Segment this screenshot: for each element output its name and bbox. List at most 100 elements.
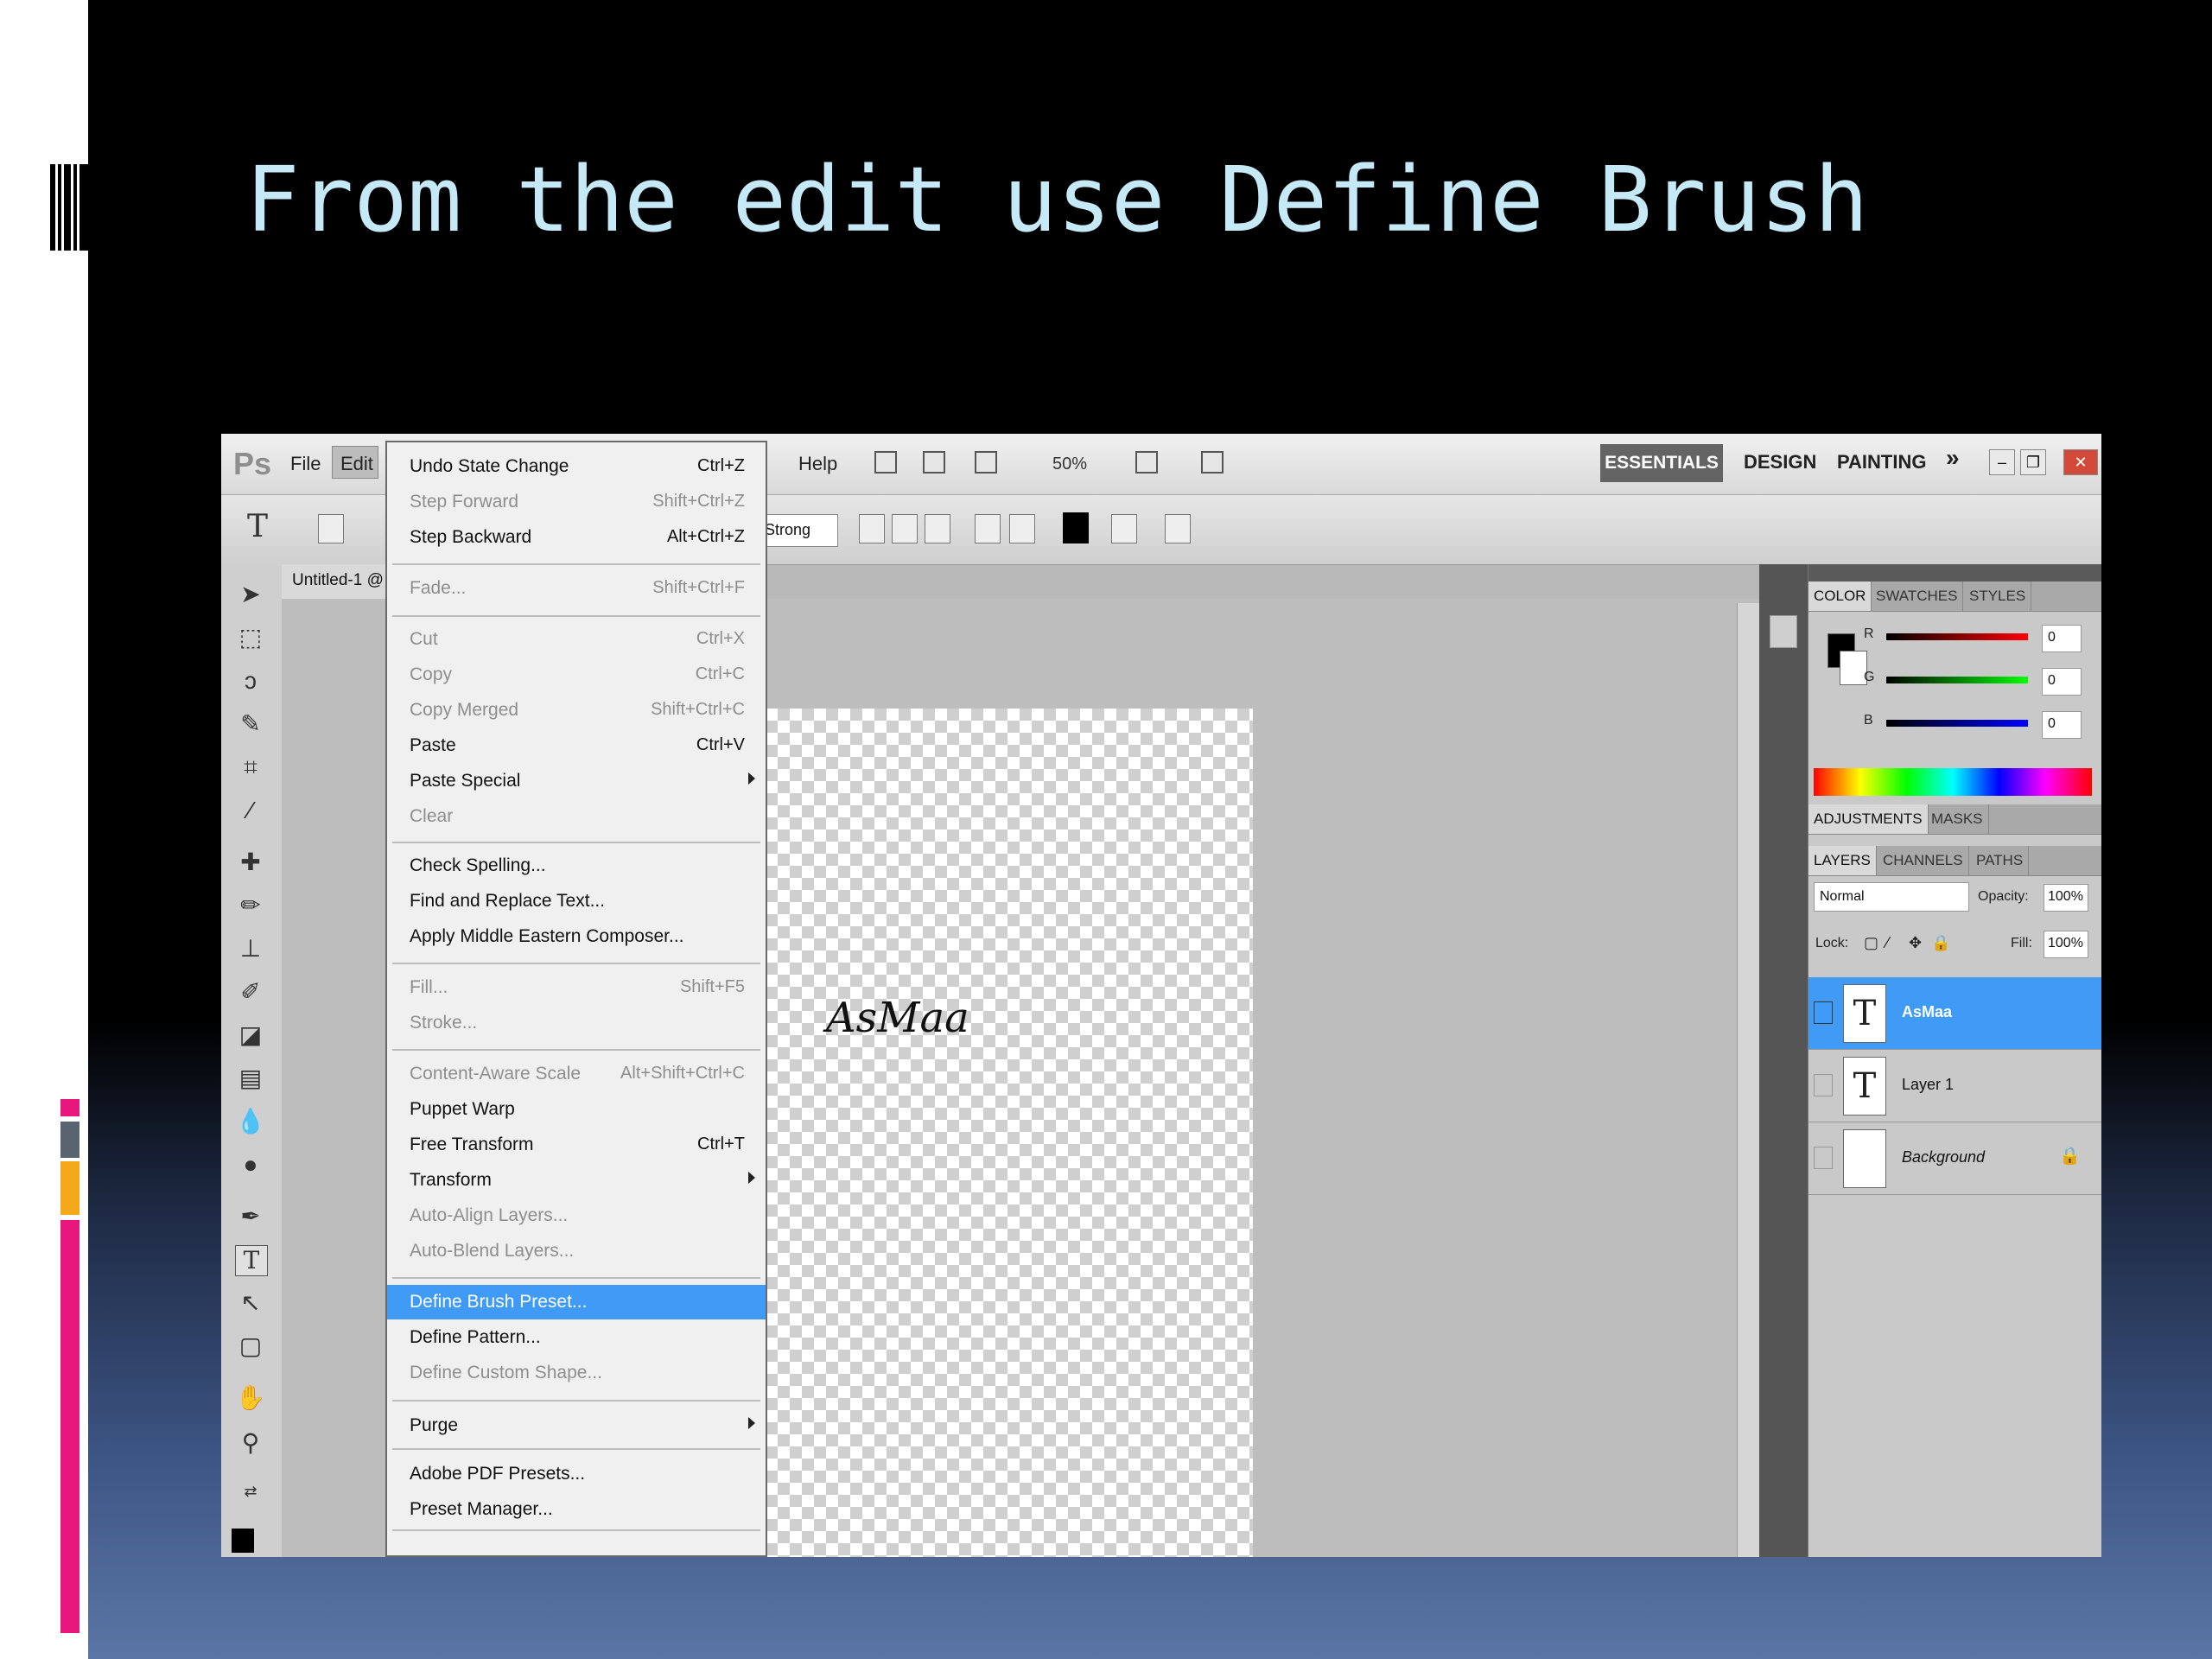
green-value[interactable]: 0 bbox=[2042, 668, 2082, 696]
menu-item-free-transform[interactable]: Free Transform Ctrl+T bbox=[387, 1128, 766, 1162]
menu-item-copy-merged[interactable]: Copy Merged Shift+Ctrl+C bbox=[387, 693, 766, 728]
crop-tool-icon[interactable]: ⌗ bbox=[235, 753, 266, 782]
history-brush-tool-icon[interactable]: ✐ bbox=[235, 977, 266, 1007]
quick-selection-tool-icon[interactable]: ✎ bbox=[235, 709, 266, 739]
restore-button[interactable]: ❐ bbox=[2020, 449, 2046, 475]
tab-masks[interactable]: MASKS bbox=[1926, 804, 1989, 834]
menu-item-adobe-pdf-presets[interactable]: Adobe PDF Presets... bbox=[387, 1457, 766, 1491]
menu-item-purge[interactable]: Purge bbox=[387, 1408, 766, 1443]
layer-row[interactable]: T Layer 1 bbox=[1808, 1050, 2101, 1122]
character-panel-icon[interactable] bbox=[1165, 514, 1191, 543]
move-tool-icon[interactable]: ➤ bbox=[235, 580, 266, 609]
healing-brush-tool-icon[interactable]: ✚ bbox=[235, 848, 266, 877]
menu-item-fade[interactable]: Fade... Shift+Ctrl+F bbox=[387, 571, 766, 606]
menu-item-preset-manager[interactable]: Preset Manager... bbox=[387, 1492, 766, 1527]
menu-item-auto-blend-layers[interactable]: Auto-Blend Layers... bbox=[387, 1234, 766, 1268]
blue-slider[interactable] bbox=[1886, 720, 2028, 727]
menu-item-clear[interactable]: Clear bbox=[387, 799, 766, 834]
text-orientation-icon[interactable] bbox=[318, 514, 344, 543]
zoom-tool-icon[interactable]: ⚲ bbox=[235, 1428, 266, 1458]
lock-position-icon[interactable]: ✥ bbox=[1909, 934, 1922, 952]
arrange-documents-icon[interactable] bbox=[1135, 451, 1158, 474]
blue-value[interactable]: 0 bbox=[2042, 711, 2082, 739]
color-spectrum[interactable] bbox=[1814, 768, 2092, 796]
menu-item-transform[interactable]: Transform bbox=[387, 1163, 766, 1198]
menu-item-define-pattern[interactable]: Define Pattern... bbox=[387, 1320, 766, 1355]
workspace-essentials[interactable]: ESSENTIALS bbox=[1600, 444, 1723, 482]
menu-item-puppet-warp[interactable]: Puppet Warp bbox=[387, 1092, 766, 1127]
eraser-tool-icon[interactable]: ◪ bbox=[235, 1020, 266, 1050]
clone-stamp-tool-icon[interactable]: ⊥ bbox=[235, 934, 266, 963]
red-slider[interactable] bbox=[1886, 633, 2028, 640]
menu-item-find-and-replace-text[interactable]: Find and Replace Text... bbox=[387, 884, 766, 918]
layer-row[interactable]: Background 🔒 bbox=[1808, 1122, 2101, 1195]
menu-item-fill[interactable]: Fill... Shift+F5 bbox=[387, 970, 766, 1005]
lasso-tool-icon[interactable]: ↄ bbox=[235, 666, 266, 696]
align-left-icon[interactable] bbox=[859, 514, 885, 543]
align-center-icon[interactable] bbox=[892, 514, 918, 543]
tab-color[interactable]: COLOR bbox=[1808, 582, 1872, 611]
warp-text-icon[interactable] bbox=[1111, 514, 1137, 543]
layer-visibility-icon[interactable] bbox=[1814, 1074, 1833, 1096]
menu-item-check-spelling[interactable]: Check Spelling... bbox=[387, 849, 766, 883]
path-selection-tool-icon[interactable]: ↖ bbox=[235, 1288, 266, 1318]
menu-item-undo-state-change[interactable]: Undo State Change Ctrl+Z bbox=[387, 449, 766, 484]
zoom-level[interactable]: 50% bbox=[1052, 454, 1087, 474]
menu-item-copy[interactable]: Copy Ctrl+C bbox=[387, 658, 766, 692]
menu-file[interactable]: File bbox=[290, 453, 321, 475]
view-extras-icon[interactable] bbox=[975, 451, 997, 474]
swap-colors-icon[interactable]: ⇄ bbox=[235, 1477, 266, 1506]
blend-mode-select[interactable]: Normal bbox=[1814, 882, 1969, 912]
green-slider[interactable] bbox=[1886, 677, 2028, 683]
workspace-painting[interactable]: PAINTING bbox=[1837, 451, 1926, 474]
screen-mode-icon[interactable] bbox=[1201, 451, 1224, 474]
text-color-swatch[interactable] bbox=[1063, 512, 1089, 543]
menu-help[interactable]: Help bbox=[798, 453, 837, 475]
blur-tool-icon[interactable]: 💧 bbox=[235, 1107, 266, 1136]
lock-image-icon[interactable]: ⁄ bbox=[1886, 934, 1889, 952]
canvas-text-layer[interactable]: AsMaa bbox=[826, 994, 969, 1042]
layer-visibility-icon[interactable] bbox=[1814, 1147, 1833, 1169]
lock-transparency-icon[interactable]: ▢ bbox=[1864, 934, 1878, 952]
mini-bridge-icon[interactable] bbox=[923, 451, 945, 474]
menu-item-step-forward[interactable]: Step Forward Shift+Ctrl+Z bbox=[387, 485, 766, 519]
history-panel-icon[interactable] bbox=[1770, 615, 1797, 648]
type-tool-icon[interactable]: T bbox=[235, 1245, 268, 1276]
menu-item-stroke[interactable]: Stroke... bbox=[387, 1006, 766, 1040]
menu-edit[interactable]: Edit bbox=[340, 453, 373, 475]
menu-item-cut[interactable]: Cut Ctrl+X bbox=[387, 622, 766, 657]
tab-channels[interactable]: CHANNELS bbox=[1878, 846, 1969, 875]
anti-alias-select[interactable]: Strong bbox=[759, 514, 838, 547]
red-value[interactable]: 0 bbox=[2042, 625, 2082, 652]
text-direction-rtl-icon[interactable] bbox=[1009, 514, 1035, 543]
text-direction-ltr-icon[interactable] bbox=[975, 514, 1001, 543]
menu-item-step-backward[interactable]: Step Backward Alt+Ctrl+Z bbox=[387, 520, 766, 555]
tab-paths[interactable]: PATHS bbox=[1971, 846, 2030, 875]
eyedropper-tool-icon[interactable]: ⁄ bbox=[235, 796, 266, 825]
opacity-field[interactable]: 100% bbox=[2044, 884, 2088, 912]
shape-tool-icon[interactable]: ▢ bbox=[235, 1332, 266, 1361]
menu-item-paste[interactable]: Paste Ctrl+V bbox=[387, 728, 766, 763]
workspace-design[interactable]: DESIGN bbox=[1744, 451, 1816, 474]
bridge-icon[interactable] bbox=[874, 451, 897, 474]
minimize-button[interactable]: – bbox=[1989, 449, 2015, 475]
fill-field[interactable]: 100% bbox=[2044, 931, 2088, 958]
type-tool-preset-icon[interactable]: T bbox=[247, 509, 268, 544]
layer-row[interactable]: T AsMaa bbox=[1808, 977, 2101, 1050]
brush-tool-icon[interactable]: ✏ bbox=[235, 891, 266, 920]
foreground-color-swatch[interactable] bbox=[232, 1529, 254, 1553]
tab-swatches[interactable]: SWATCHES bbox=[1871, 582, 1964, 611]
menu-item-paste-special[interactable]: Paste Special bbox=[387, 764, 766, 798]
pen-tool-icon[interactable]: ✒ bbox=[235, 1202, 266, 1231]
workspace-more-icon[interactable]: » bbox=[1946, 444, 1960, 472]
menu-item-auto-align-layers[interactable]: Auto-Align Layers... bbox=[387, 1198, 766, 1233]
tab-layers[interactable]: LAYERS bbox=[1808, 846, 1877, 875]
tab-styles[interactable]: STYLES bbox=[1964, 582, 2032, 611]
menu-item-content-aware-scale[interactable]: Content-Aware Scale Alt+Shift+Ctrl+C bbox=[387, 1057, 766, 1091]
menu-item-apply-middle-eastern-composer[interactable]: Apply Middle Eastern Composer... bbox=[387, 919, 766, 954]
close-button[interactable]: ✕ bbox=[2063, 449, 2098, 475]
lock-all-icon[interactable]: 🔒 bbox=[1931, 934, 1950, 952]
align-right-icon[interactable] bbox=[925, 514, 950, 543]
menu-item-define-custom-shape[interactable]: Define Custom Shape... bbox=[387, 1356, 766, 1390]
tab-adjustments[interactable]: ADJUSTMENTS bbox=[1808, 804, 1929, 834]
